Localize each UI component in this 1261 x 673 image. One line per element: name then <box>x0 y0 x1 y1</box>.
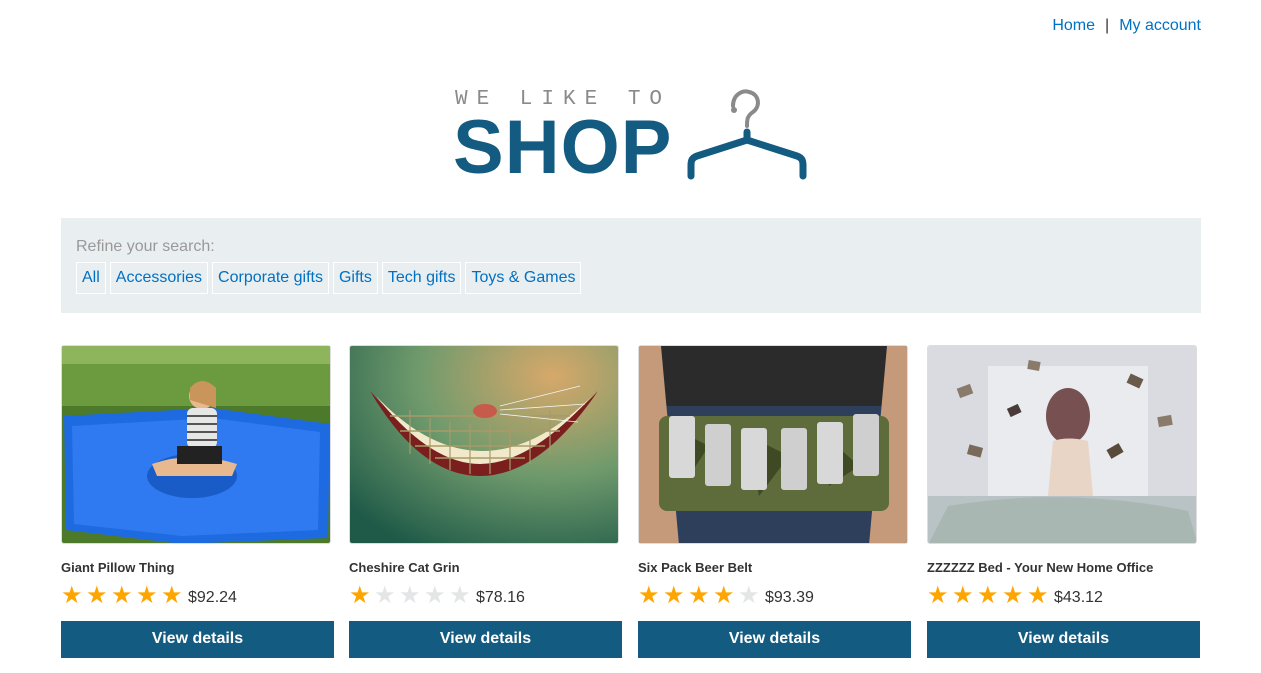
product-card: Cheshire Cat Grin ★ ★ ★ ★ ★ $78.16 View deta… <box>349 345 622 658</box>
star-filled-icon: ★ <box>952 582 974 609</box>
filter-corporate-gifts[interactable]: Corporate gifts <box>212 262 329 294</box>
product-name[interactable]: Cheshire Cat Grin <box>349 560 622 576</box>
filter-gifts[interactable]: Gifts <box>332 262 378 294</box>
star-empty-icon: ★ <box>449 582 471 609</box>
rating-stars: ★ ★ ★ ★ ★ <box>927 584 1052 608</box>
product-name[interactable]: Giant Pillow Thing <box>61 560 334 576</box>
top-nav: Home | My account <box>1052 17 1201 35</box>
category-filters: All Accessories Corporate gifts Gifts Te… <box>76 262 585 294</box>
my-account-link[interactable]: My account <box>1119 17 1201 35</box>
home-link[interactable]: Home <box>1052 17 1095 35</box>
refine-label: Refine your search: <box>76 238 215 255</box>
star-filled-icon: ★ <box>1027 582 1049 609</box>
star-filled-icon: ★ <box>977 582 999 609</box>
star-empty-icon: ★ <box>374 582 396 609</box>
star-filled-icon: ★ <box>927 582 949 609</box>
product-image[interactable] <box>349 345 619 544</box>
star-filled-icon: ★ <box>111 582 133 609</box>
rating-stars: ★ ★ ★ ★ ★ <box>638 584 763 608</box>
view-details-button[interactable]: View details <box>927 621 1200 658</box>
filter-tech-gifts[interactable]: Tech gifts <box>381 262 462 294</box>
view-details-button[interactable]: View details <box>349 621 622 658</box>
product-price: $92.24 <box>188 589 237 606</box>
filter-toys-games[interactable]: Toys & Games <box>465 262 582 294</box>
star-filled-icon: ★ <box>1002 582 1024 609</box>
star-filled-icon: ★ <box>61 582 83 609</box>
star-empty-icon: ★ <box>738 582 760 609</box>
product-image[interactable] <box>638 345 908 544</box>
nav-separator: | <box>1105 17 1110 34</box>
product-name[interactable]: Six Pack Beer Belt <box>638 560 911 576</box>
rating-stars: ★ ★ ★ ★ ★ <box>349 584 474 608</box>
product-card: Six Pack Beer Belt ★ ★ ★ ★ ★ $93.39 View det… <box>638 345 911 658</box>
product-price: $78.16 <box>476 589 525 606</box>
product-name[interactable]: ZZZZZZ Bed - Your New Home Office <box>927 560 1200 576</box>
product-card: Giant Pillow Thing ★ ★ ★ ★ ★ $92.24 View det… <box>61 345 334 658</box>
hanger-icon <box>687 89 807 180</box>
star-filled-icon: ★ <box>663 582 685 609</box>
rating-stars: ★ ★ ★ ★ ★ <box>61 584 186 608</box>
filter-all[interactable]: All <box>76 262 106 294</box>
view-details-button[interactable]: View details <box>61 621 334 658</box>
star-filled-icon: ★ <box>688 582 710 609</box>
star-empty-icon: ★ <box>424 582 446 609</box>
refine-search-panel: Refine your search: All Accessories Corp… <box>61 218 1201 313</box>
star-filled-icon: ★ <box>136 582 158 609</box>
product-price: $93.39 <box>765 589 814 606</box>
star-filled-icon: ★ <box>161 582 183 609</box>
star-filled-icon: ★ <box>86 582 108 609</box>
product-price: $43.12 <box>1054 589 1103 606</box>
star-filled-icon: ★ <box>638 582 660 609</box>
logo-wordmark: SHOP <box>453 105 673 190</box>
filter-accessories[interactable]: Accessories <box>109 262 209 294</box>
star-filled-icon: ★ <box>349 582 371 609</box>
star-filled-icon: ★ <box>713 582 735 609</box>
product-card: ZZZZZZ Bed - Your New Home Office ★ ★ ★ ★ ★ … <box>927 345 1200 658</box>
product-image[interactable] <box>61 345 331 544</box>
star-empty-icon: ★ <box>399 582 421 609</box>
view-details-button[interactable]: View details <box>638 621 911 658</box>
product-image[interactable] <box>927 345 1197 544</box>
site-logo[interactable]: WE LIKE TO SHOP <box>453 88 807 186</box>
